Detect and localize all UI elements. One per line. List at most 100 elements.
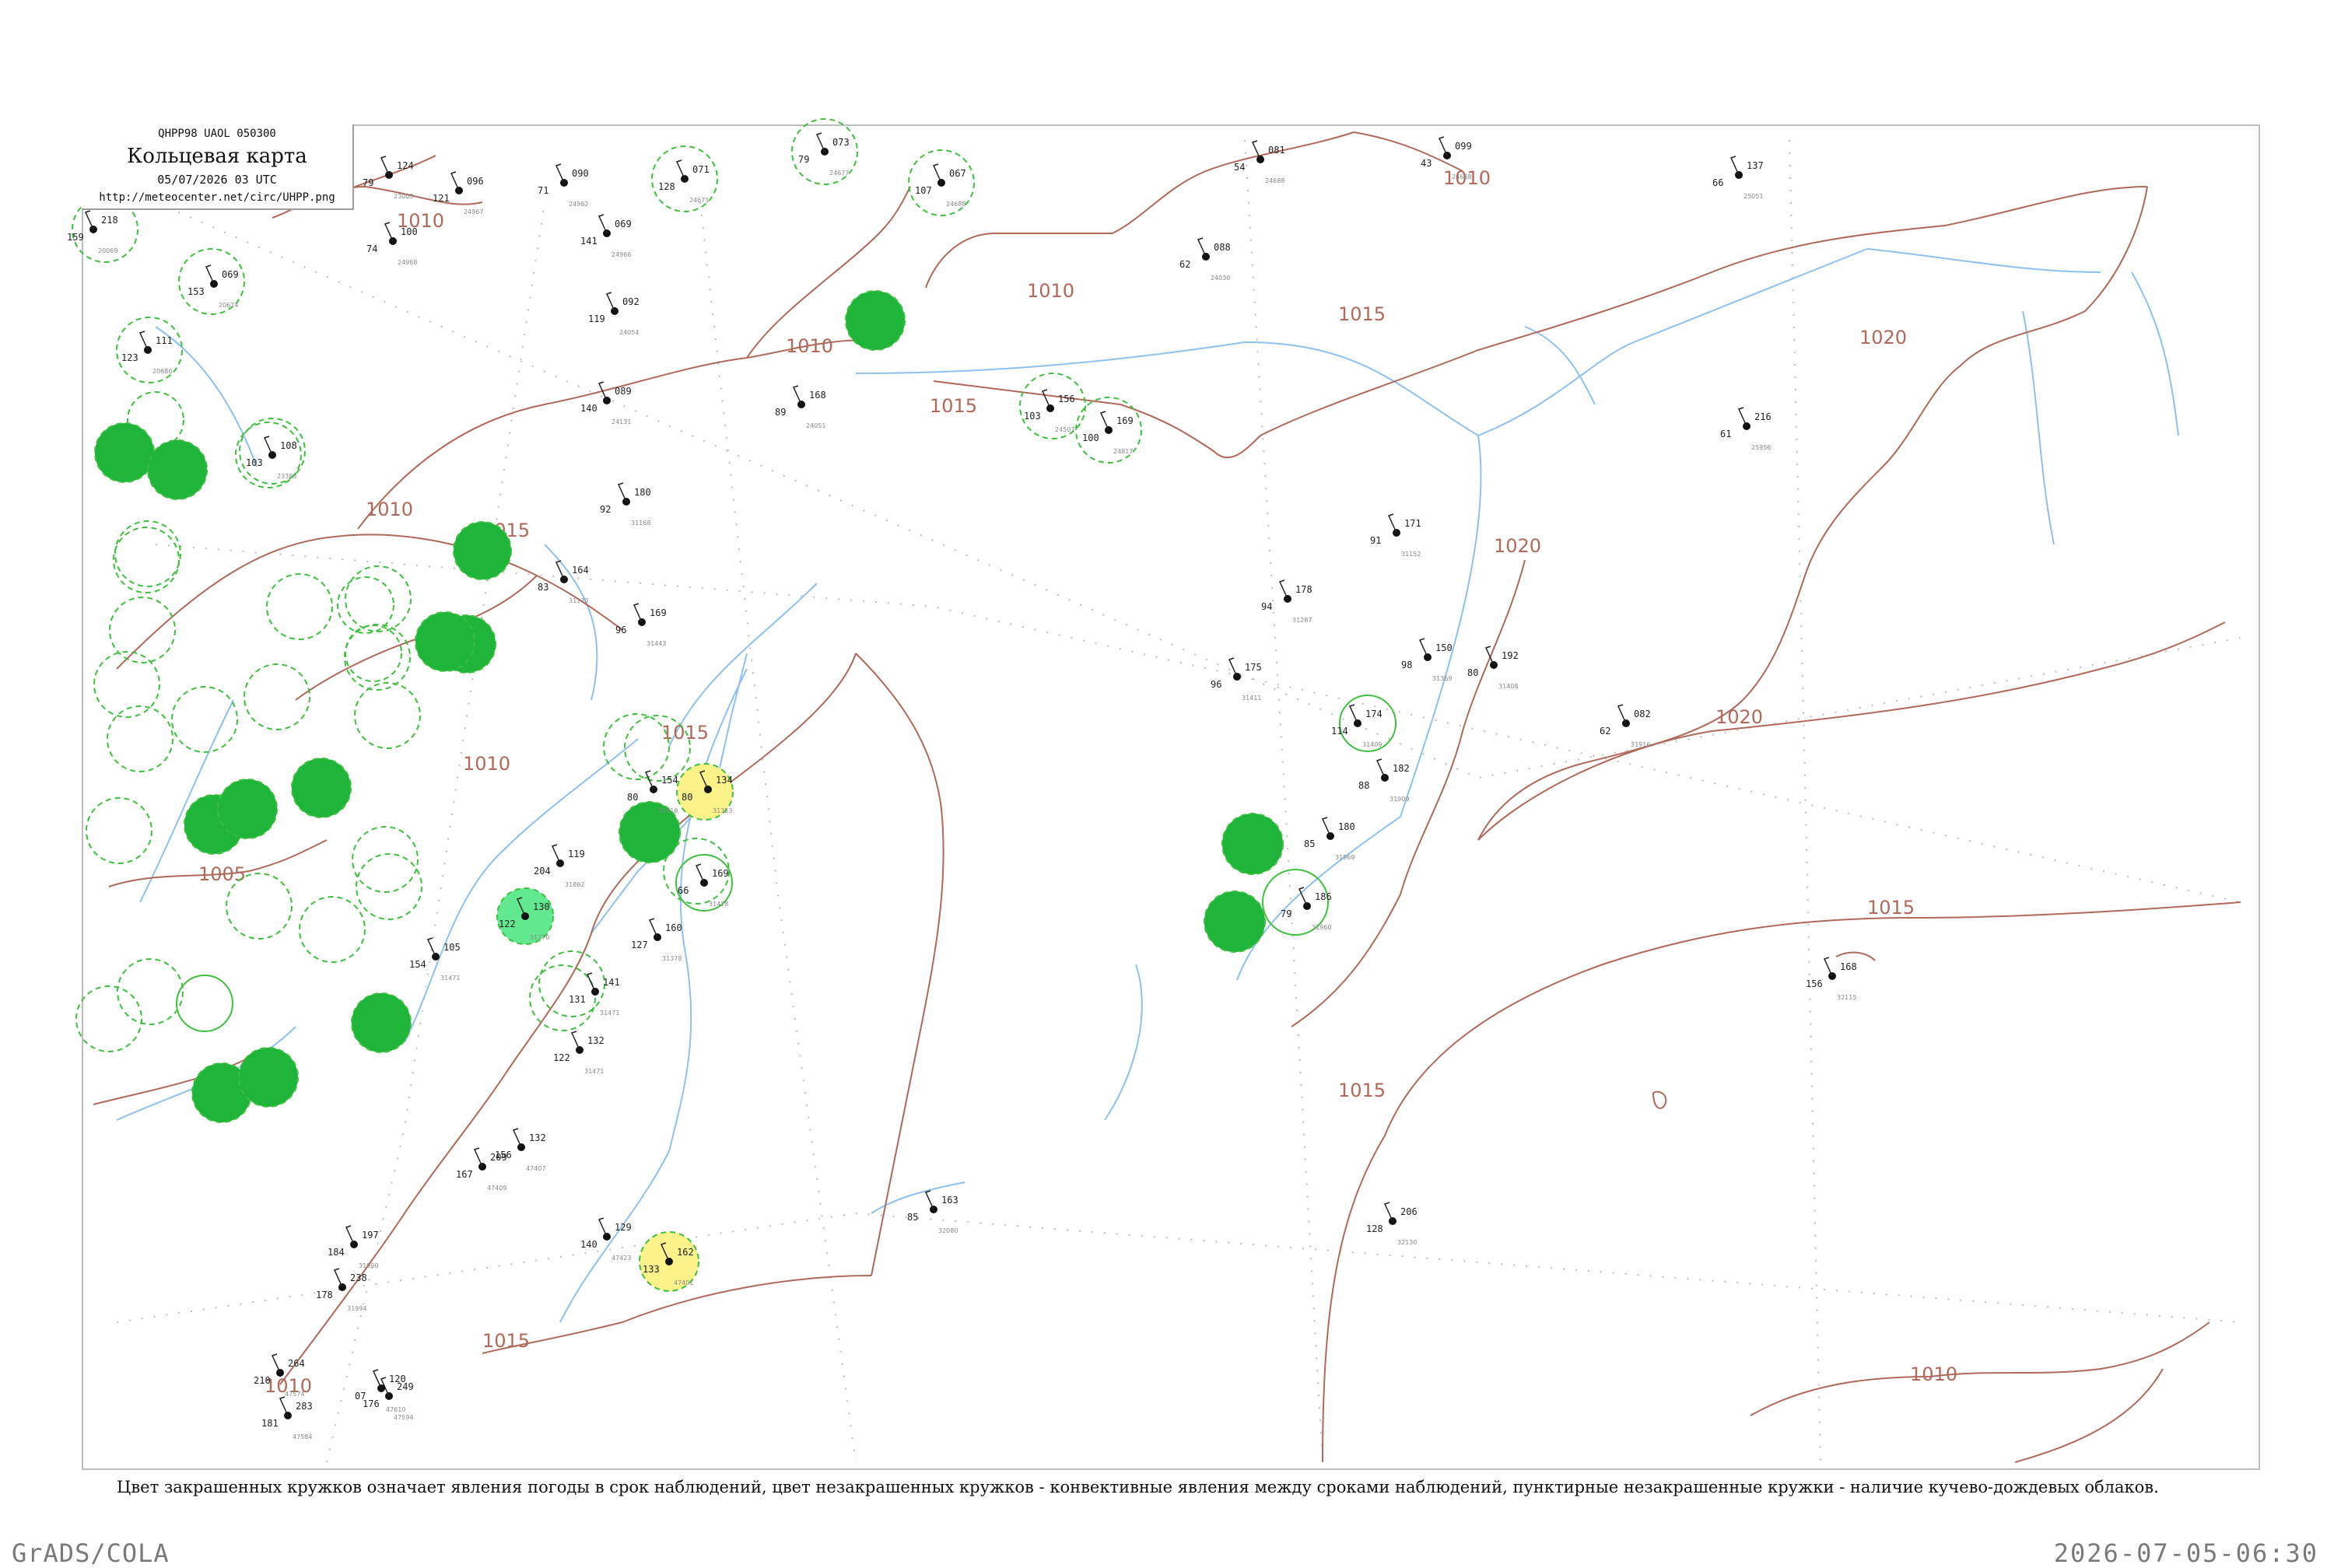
station-model: 088 62 24030 — [1179, 237, 1231, 282]
station-pressure: 082 — [1634, 709, 1651, 719]
wind-barb-icon — [1376, 758, 1386, 779]
station-temperature: 98 — [1401, 660, 1412, 670]
station-pressure: 154 — [661, 775, 678, 786]
station-pressure: 067 — [949, 168, 966, 179]
station-pressure: 150 — [1435, 642, 1453, 653]
station-pressure: 206 — [1400, 1206, 1418, 1217]
station-pressure: 182 — [1393, 763, 1410, 774]
station-temperature: 80 — [1467, 667, 1478, 678]
wind-barb-icon — [512, 1128, 522, 1148]
isobar-label: 1015 — [930, 395, 977, 417]
station-temperature: 119 — [588, 313, 605, 324]
wind-barb-icon — [426, 937, 436, 957]
station-model: 089 140 24131 — [580, 381, 632, 425]
station-pressure: 160 — [665, 922, 682, 933]
station-model: 168 156 32115 — [1806, 957, 1857, 1001]
station-pressure: 092 — [622, 296, 640, 307]
station-pressure: 111 — [156, 335, 173, 346]
station-temperature: 80 — [682, 792, 692, 803]
station-id: 24051 — [806, 422, 825, 429]
station-temperature: 54 — [1234, 162, 1245, 173]
station-model: 090 71 24962 — [538, 163, 589, 208]
station-temperature: 62 — [1179, 259, 1190, 270]
station-id: 31411 — [1242, 695, 1261, 702]
station-id: 24677 — [829, 170, 849, 177]
station-id: 31990 — [359, 1262, 378, 1269]
station-temperature: 96 — [1211, 679, 1221, 690]
station-temperature: 85 — [907, 1212, 918, 1223]
station-pressure: 174 — [1365, 709, 1383, 719]
station-id: 32115 — [1837, 994, 1856, 1001]
station-model: 069 153 20674 — [187, 264, 239, 309]
station-temperature: 128 — [1366, 1223, 1383, 1234]
station-temperature: 83 — [538, 582, 548, 593]
wind-barb-icon — [675, 159, 685, 180]
station-temperature: 89 — [775, 407, 786, 418]
station-pressure: 238 — [350, 1272, 367, 1283]
station-temperature: 159 — [67, 232, 84, 243]
station-model: 164 83 31170 — [538, 560, 589, 604]
station-id: 23003 — [394, 193, 413, 200]
wind-barb-icon — [1729, 156, 1740, 176]
station-id: 23383 — [277, 473, 296, 480]
isobar-label: 1015 — [1867, 897, 1915, 919]
station-id: 31960 — [1312, 924, 1331, 931]
station-model: 119 204 31862 — [534, 844, 585, 888]
station-id: 31471 — [584, 1068, 604, 1075]
shaded-circles — [94, 290, 1284, 1292]
station-id: 47610 — [386, 1406, 405, 1413]
station-id: 24962 — [569, 201, 588, 208]
station-pressure: 099 — [1455, 141, 1472, 152]
station-id: 31168 — [631, 520, 650, 527]
station-id: 32080 — [938, 1227, 958, 1234]
station-model: 168 89 24051 — [775, 385, 826, 429]
station-pressure: 192 — [1502, 650, 1519, 661]
wind-barb-icon — [1387, 513, 1397, 534]
station-pressure: 156 — [1058, 394, 1075, 404]
station-model: 160 127 31378 — [631, 918, 682, 962]
station-id: 31909 — [1390, 796, 1409, 803]
station-model: 178 94 31287 — [1261, 579, 1312, 624]
station-id: 47423 — [612, 1255, 631, 1262]
station-temperature: 62 — [1600, 726, 1610, 737]
station-temperature: 79 — [1281, 908, 1291, 919]
station-pressure: 132 — [529, 1132, 546, 1143]
station-temperature: 131 — [569, 994, 586, 1005]
station-model: 174 114 31409 — [1331, 704, 1383, 748]
station-pressure: 134 — [716, 775, 733, 786]
station-pressure: 069 — [615, 219, 632, 229]
station-temperature: 122 — [499, 919, 516, 929]
station-id: 31770 — [530, 934, 549, 941]
station-pressure: 081 — [1268, 145, 1285, 156]
station-model: 206 128 32130 — [1366, 1202, 1418, 1246]
graticule — [116, 139, 2241, 1463]
wind-barb-icon — [263, 436, 273, 456]
wind-barb-icon — [473, 1147, 483, 1167]
station-temperature: 181 — [261, 1418, 279, 1429]
wind-barb-icon — [598, 1217, 608, 1237]
station-model: 169 66 31478 — [678, 863, 729, 908]
station-temperature: 127 — [631, 940, 648, 950]
station-model: 071 128 24671 — [658, 159, 710, 204]
wind-barb-icon — [1348, 704, 1358, 724]
wind-barb-icon — [1383, 1202, 1393, 1222]
station-pressure: 162 — [677, 1247, 694, 1258]
station-id: 24131 — [612, 418, 631, 425]
station-pressure: 137 — [1747, 160, 1764, 171]
wind-barb-icon — [1278, 579, 1288, 600]
station-id: 31916 — [1631, 741, 1650, 748]
station-temperature: 91 — [1370, 535, 1381, 546]
isobar-label: 1020 — [1715, 706, 1763, 728]
station-pressure: 100 — [401, 226, 418, 237]
station-model: 216 61 25956 — [1720, 407, 1772, 451]
station-id: 24967 — [464, 208, 483, 215]
station-temperature: 184 — [328, 1247, 345, 1258]
wind-barb-icon — [648, 918, 658, 938]
station-temperature: 204 — [534, 866, 551, 877]
station-id: 31416 — [658, 807, 678, 814]
wind-barb-icon — [271, 1353, 281, 1374]
wind-barb-icon — [1737, 407, 1747, 427]
wind-barb-icon — [372, 1369, 382, 1389]
station-model: 092 119 24054 — [588, 292, 640, 336]
wind-barb-icon — [1197, 237, 1207, 257]
